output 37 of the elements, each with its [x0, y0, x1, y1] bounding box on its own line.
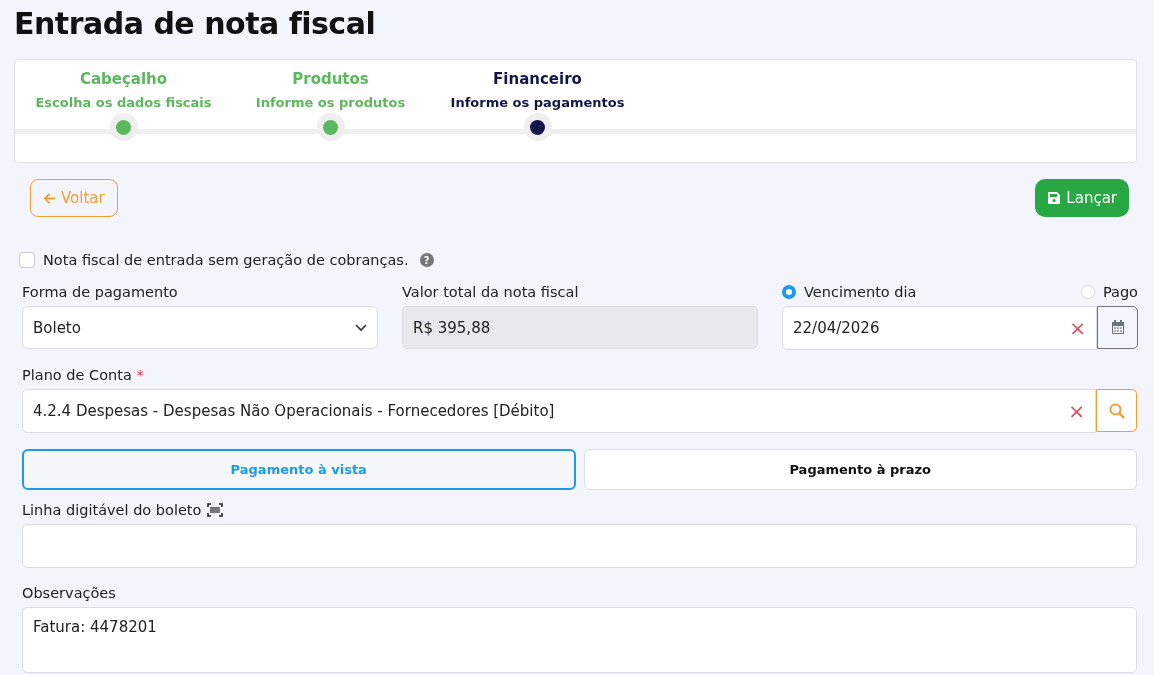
field-label: Observações [22, 584, 117, 602]
field-label: Valor total da nota fiscal [402, 283, 580, 301]
radio-button[interactable] [782, 285, 796, 299]
search-button[interactable] [1096, 389, 1137, 432]
payment-method-select[interactable]: Boleto [22, 306, 378, 349]
notes-textarea[interactable]: Fatura: 4478201 [22, 607, 1137, 673]
calendar-icon [1110, 320, 1125, 335]
page-title: Entrada de nota fiscal [14, 5, 377, 43]
barcode-icon [207, 503, 224, 517]
radio-label: Pago [1102, 283, 1138, 301]
payment-tab[interactable]: Pagamento à vista [22, 449, 576, 490]
step-title[interactable]: Produtos [292, 69, 369, 89]
checkbox-label: Nota fiscal de entrada sem geração de cobranças. [43, 252, 409, 268]
calendar-button[interactable] [1097, 306, 1138, 349]
radio-label: Vencimento dia [804, 283, 917, 301]
payment-tab[interactable]: Pagamento à prazo [583, 449, 1137, 490]
chevron-down-icon [355, 323, 367, 332]
arrow-left-icon [43, 191, 56, 205]
due-date-field[interactable]: 22/04/2026 × [782, 306, 1097, 350]
clear-icon[interactable]: × [1069, 316, 1086, 340]
field-label: Forma de pagamento [22, 283, 179, 301]
step-subtitle: Informe os pagamentos [450, 94, 625, 112]
submit-button[interactable]: Lançar [1035, 179, 1129, 217]
help-icon[interactable]: ? [419, 253, 434, 267]
field-label: Plano de Conta * [22, 366, 145, 384]
step-subtitle: Informe os produtos [255, 94, 406, 112]
search-icon [1108, 402, 1125, 419]
step-title[interactable]: Financeiro [493, 69, 582, 89]
clear-icon[interactable]: × [1068, 399, 1085, 423]
step-subtitle: Escolha os dados fiscais [35, 94, 212, 112]
account-plan-field[interactable]: 4.2.4 Despesas - Despesas Não Operacionais - Fornecedores [Débito] × [22, 389, 1096, 433]
barcode-line-input[interactable] [22, 524, 1137, 568]
field-label: Linha digitável do boleto [22, 501, 202, 519]
save-icon [1047, 191, 1062, 205]
step-title[interactable]: Cabeçalho [79, 69, 168, 89]
total-value-field: R$ 395,88 [402, 306, 758, 349]
no-charges-checkbox[interactable] [19, 252, 35, 268]
